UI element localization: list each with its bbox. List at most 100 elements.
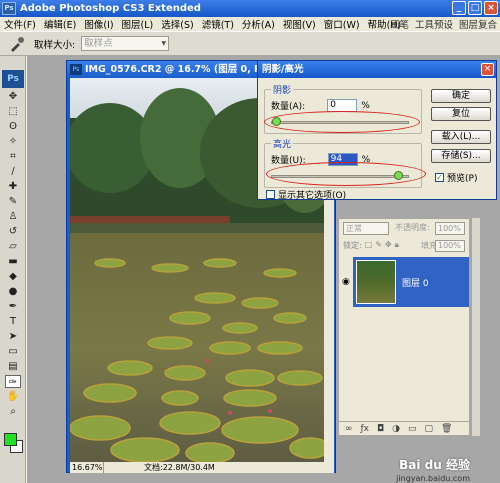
lock-label: 锁定: <box>343 241 362 250</box>
new-layer-icon[interactable]: ▢ <box>425 424 434 434</box>
preview-label: 预览(P) <box>447 174 478 184</box>
notes-tool-icon[interactable]: ▤ <box>5 360 21 373</box>
menu-filter[interactable]: 滤镜(T) <box>198 17 238 31</box>
blend-mode-select[interactable]: 正常 <box>343 222 389 235</box>
move-tool-icon[interactable]: ✥ <box>5 90 21 103</box>
ps-logo-icon: Ps <box>2 70 24 88</box>
app-titlebar: Ps Adobe Photoshop CS3 Extended _ □ × <box>0 0 500 17</box>
menu-select[interactable]: 选择(S) <box>157 17 197 31</box>
baidu-watermark: Bai du 经验 <box>399 458 470 472</box>
pen-tool-icon[interactable]: ✒ <box>5 300 21 313</box>
history-brush-tool-icon[interactable]: ↺ <box>5 225 21 238</box>
lock-transparency-icon[interactable]: □ <box>365 240 373 251</box>
new-group-icon[interactable]: ▭ <box>408 424 417 434</box>
lasso-tool-icon[interactable]: ʘ <box>5 120 21 133</box>
eyedropper-icon[interactable] <box>6 35 28 53</box>
slice-tool-icon[interactable]: ∕ <box>5 165 21 178</box>
more-options-box[interactable] <box>266 190 275 199</box>
menu-file[interactable]: 文件(F) <box>0 17 40 31</box>
highlights-slider-highlight-oval <box>266 162 426 186</box>
highlights-legend: 高光 <box>271 137 294 150</box>
menu-layer[interactable]: 图层(L) <box>118 17 158 31</box>
menu-window[interactable]: 窗口(W) <box>320 17 364 31</box>
shadows-amount-label: 数量(A): <box>271 102 306 112</box>
preview-check-icon[interactable]: ✓ <box>435 173 444 182</box>
layer-name: 图层 0 <box>402 278 429 289</box>
more-options-label: 显示其它选项(O) <box>278 191 347 201</box>
shape-tool-icon[interactable]: ▭ <box>5 345 21 358</box>
dialog-title: 阴影/高光 <box>258 61 496 78</box>
shadows-amount-row: 数量(A): 0 % <box>271 99 370 112</box>
lock-move-icon[interactable]: ✥ <box>385 240 392 251</box>
path-selection-tool-icon[interactable]: ➤ <box>5 330 21 343</box>
layers-bottom-bar: ∞ ƒx ◘ ◑ ▭ ▢ 🗑︎ <box>339 421 471 435</box>
gradient-tool-icon[interactable]: ▬ <box>5 255 21 268</box>
opacity-label: 不透明度: <box>395 223 430 232</box>
dialog-close-icon[interactable]: × <box>481 63 494 76</box>
save-button[interactable]: 存储(S)... <box>431 149 491 163</box>
foreground-color-swatch[interactable] <box>4 433 17 446</box>
menubar: 文件(F) 编辑(E) 图像(I) 图层(L) 选择(S) 滤镜(T) 分析(A… <box>0 17 500 31</box>
eraser-tool-icon[interactable]: ▱ <box>5 240 21 253</box>
dodge-tool-icon[interactable]: ● <box>5 285 21 298</box>
options-bar: 取样大小: 取样点 <box>0 31 500 56</box>
minimize-icon[interactable]: _ <box>452 1 466 15</box>
sample-size-select[interactable]: 取样点 <box>81 36 170 51</box>
hand-tool-icon[interactable]: ✋ <box>5 390 21 403</box>
fill-input[interactable]: 100% <box>435 240 465 252</box>
layers-panel: 正常 不透明度: 100% 锁定: □ ✎ ✥ 🔒︎ 填充: 100% ◉ 图层… <box>338 218 471 436</box>
menu-view[interactable]: 视图(V) <box>279 17 320 31</box>
clone-stamp-tool-icon[interactable]: ♙ <box>5 210 21 223</box>
baidu-watermark-url: jingyan.baidu.com <box>396 474 470 483</box>
healing-brush-tool-icon[interactable]: ✚ <box>5 180 21 193</box>
sample-size-label: 取样大小: <box>34 39 76 51</box>
crop-tool-icon[interactable]: ⌗ <box>5 150 21 163</box>
lock-brush-icon[interactable]: ✎ <box>375 240 382 251</box>
marquee-tool-icon[interactable]: ⬚ <box>5 105 21 118</box>
preview-checkbox[interactable]: ✓ 预览(P) <box>435 171 477 184</box>
panel-tool-presets[interactable]: 工具预设 <box>412 17 456 31</box>
layer-row[interactable]: 图层 0 <box>353 257 469 307</box>
panel-well: 画笔 工具预设 图层复合 <box>387 17 500 31</box>
app-logo-icon: Ps <box>2 2 16 15</box>
layer-style-icon[interactable]: ƒx <box>361 424 370 434</box>
zoom-level[interactable]: 16.67% <box>70 462 104 473</box>
doc-info: 文档:22.8M/30.4M <box>144 463 215 472</box>
layer-thumbnail <box>356 260 396 304</box>
close-icon[interactable]: × <box>484 1 498 15</box>
layer-mask-icon[interactable]: ◘ <box>377 424 384 434</box>
shadows-slider-highlight-oval <box>264 111 420 133</box>
zoom-tool-icon[interactable]: ⌕ <box>5 405 21 418</box>
menu-analysis[interactable]: 分析(A) <box>238 17 279 31</box>
ok-button[interactable]: 确定 <box>431 89 491 103</box>
panel-layer-comps[interactable]: 图层复合 <box>456 17 500 31</box>
panel-collapse-strip[interactable] <box>472 218 480 436</box>
reset-button[interactable]: 复位 <box>431 107 491 121</box>
lock-all-icon[interactable]: 🔒︎ <box>395 240 399 251</box>
delete-layer-icon[interactable]: 🗑︎ <box>441 424 452 434</box>
brush-tool-icon[interactable]: ✎ <box>5 195 21 208</box>
menu-edit[interactable]: 编辑(E) <box>40 17 80 31</box>
app-title: Adobe Photoshop CS3 Extended <box>20 3 201 14</box>
shadows-legend: 阴影 <box>271 83 294 96</box>
type-tool-icon[interactable]: T <box>5 315 21 328</box>
magic-wand-tool-icon[interactable]: ✧ <box>5 135 21 148</box>
visibility-eye-icon[interactable]: ◉ <box>342 277 350 287</box>
panel-brushes[interactable]: 画笔 <box>387 17 412 31</box>
blur-tool-icon[interactable]: ◆ <box>5 270 21 283</box>
opacity-input[interactable]: 100% <box>435 222 465 235</box>
shadow-highlight-dialog: 阴影/高光 × 阴影 数量(A): 0 % 高光 数量(U): 94 % 显示其… <box>257 60 497 201</box>
maximize-icon[interactable]: □ <box>468 1 482 15</box>
menu-image[interactable]: 图像(I) <box>80 17 117 31</box>
toolbox: Ps ✥ ⬚ ʘ ✧ ⌗ ∕ ✚ ✎ ♙ ↺ ▱ ▬ ◆ ● ✒ T ➤ ▭ ▤… <box>0 56 26 483</box>
window-controls: _ □ × <box>452 1 498 15</box>
lock-row: 锁定: □ ✎ ✥ 🔒︎ <box>343 240 399 251</box>
eyedropper-tool-icon[interactable]: ✑ <box>5 375 21 388</box>
link-layers-icon[interactable]: ∞ <box>345 424 353 434</box>
doc-ps-icon: Ps <box>70 64 82 75</box>
adjustment-layer-icon[interactable]: ◑ <box>392 424 400 434</box>
shadows-unit: % <box>361 100 370 111</box>
more-options-checkbox[interactable]: 显示其它选项(O) <box>266 188 346 201</box>
document-status-bar: 16.67% 文档:22.8M/30.4M <box>70 462 334 473</box>
load-button[interactable]: 载入(L)... <box>431 130 491 144</box>
